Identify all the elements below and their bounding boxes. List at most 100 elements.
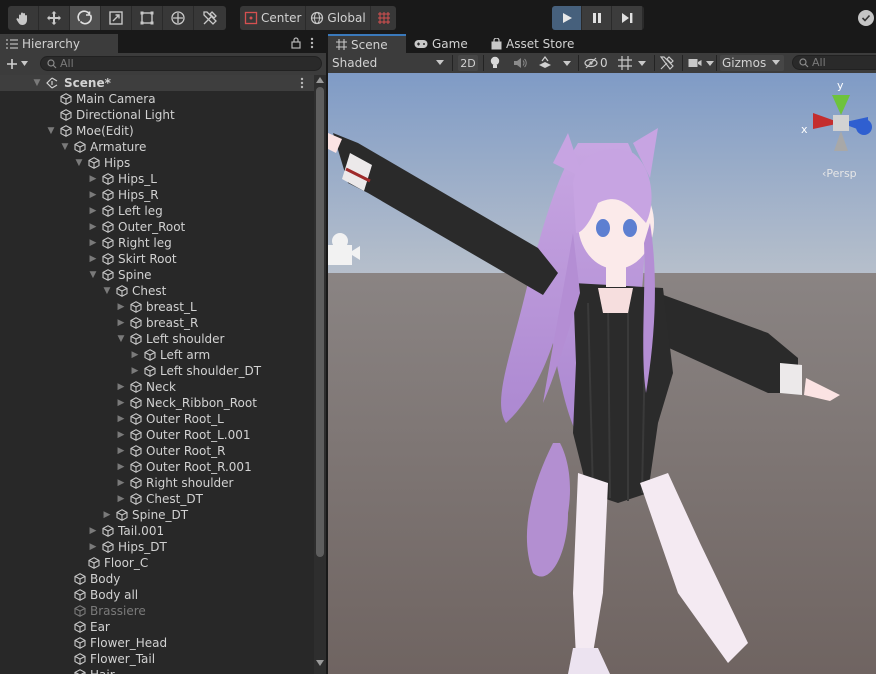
hierarchy-row[interactable]: ▶ Outer Root_R.001 xyxy=(0,459,314,475)
collapse-arrow-icon[interactable]: ▼ xyxy=(46,123,56,139)
hierarchy-row[interactable]: ▶ Outer Root_R xyxy=(0,443,314,459)
scene-row[interactable]: ▼ Scene* xyxy=(0,75,314,91)
more-options-icon[interactable] xyxy=(310,37,314,49)
toggle-2d-button[interactable]: 2D xyxy=(458,55,478,71)
hierarchy-row[interactable]: Ear xyxy=(0,619,314,635)
hierarchy-row[interactable]: ▶ Chest_DT xyxy=(0,491,314,507)
camera-settings-dropdown[interactable] xyxy=(688,55,718,71)
expand-arrow-icon[interactable]: ▶ xyxy=(88,187,98,203)
hierarchy-row[interactable]: ▼ Hips xyxy=(0,155,314,171)
expand-arrow-icon[interactable]: ▶ xyxy=(116,475,126,491)
rect-tool-icon[interactable] xyxy=(132,6,163,30)
account-status-icon[interactable] xyxy=(858,10,874,26)
hierarchy-row[interactable]: ▶ Neck xyxy=(0,379,314,395)
expand-arrow-icon[interactable]: ▶ xyxy=(102,507,112,523)
scroll-up-icon[interactable] xyxy=(316,77,324,83)
hierarchy-row[interactable]: Flower_Head xyxy=(0,635,314,651)
collapse-arrow-icon[interactable]: ▼ xyxy=(88,267,98,283)
gizmos-dropdown[interactable]: Gizmos xyxy=(720,55,784,71)
hierarchy-row[interactable]: ▼ Spine xyxy=(0,267,314,283)
hand-tool-icon[interactable] xyxy=(8,6,39,30)
hierarchy-row[interactable]: ▶ Outer Root_L xyxy=(0,411,314,427)
scene-viewport[interactable]: y x ‹Persp xyxy=(328,73,876,674)
hierarchy-row[interactable]: ▶ Left arm xyxy=(0,347,314,363)
hierarchy-row[interactable]: ▶ Hips_DT xyxy=(0,539,314,555)
expand-arrow-icon[interactable]: ▶ xyxy=(88,171,98,187)
hierarchy-row[interactable]: ▶ Hips_L xyxy=(0,171,314,187)
custom-tools-icon[interactable] xyxy=(194,6,225,30)
hierarchy-row[interactable]: Main Camera xyxy=(0,91,314,107)
expand-arrow-icon[interactable]: ▶ xyxy=(130,347,140,363)
hierarchy-row[interactable]: Body xyxy=(0,571,314,587)
expand-arrow-icon[interactable]: ▶ xyxy=(88,235,98,251)
scene-visibility-toggle[interactable]: 0 xyxy=(584,55,612,71)
hierarchy-row[interactable]: ▶ Hips_R xyxy=(0,187,314,203)
expand-arrow-icon[interactable]: ▶ xyxy=(88,203,98,219)
collapse-arrow-icon[interactable]: ▼ xyxy=(102,283,112,299)
create-dropdown[interactable] xyxy=(6,56,32,71)
tab-game[interactable]: Game xyxy=(406,34,484,53)
expand-arrow-icon[interactable]: ▶ xyxy=(88,251,98,267)
effects-dropdown[interactable] xyxy=(537,55,571,71)
scene-menu-icon[interactable] xyxy=(300,77,304,89)
expand-arrow-icon[interactable]: ▶ xyxy=(116,395,126,411)
play-button[interactable] xyxy=(552,6,582,30)
expand-arrow-icon[interactable]: ▶ xyxy=(116,459,126,475)
grid-snap-button[interactable] xyxy=(371,6,396,30)
hierarchy-row[interactable]: ▶ Outer Root_L.001 xyxy=(0,427,314,443)
expand-arrow-icon[interactable]: ▶ xyxy=(116,427,126,443)
scene-search-input[interactable]: All xyxy=(792,55,876,70)
lock-icon[interactable] xyxy=(291,37,301,49)
tab-asset-store[interactable]: Asset Store xyxy=(483,34,593,53)
hierarchy-row[interactable]: Floor_C xyxy=(0,555,314,571)
expand-arrow-icon[interactable]: ▶ xyxy=(116,379,126,395)
expand-arrow-icon[interactable]: ▶ xyxy=(116,299,126,315)
expand-arrow-icon[interactable]: ▶ xyxy=(116,315,126,331)
expand-arrow-icon[interactable]: ▶ xyxy=(88,539,98,555)
hierarchy-row[interactable]: ▶ Outer_Root xyxy=(0,219,314,235)
hierarchy-row[interactable]: Brassiere xyxy=(0,603,314,619)
expand-arrow-icon[interactable]: ▶ xyxy=(116,411,126,427)
hierarchy-row[interactable]: ▶ Neck_Ribbon_Root xyxy=(0,395,314,411)
scale-tool-icon[interactable] xyxy=(101,6,132,30)
expand-arrow-icon[interactable]: ▶ xyxy=(116,491,126,507)
expand-arrow-icon[interactable]: ▼ xyxy=(32,75,42,91)
expand-arrow-icon[interactable]: ▶ xyxy=(88,219,98,235)
hierarchy-row[interactable]: ▶ Right shoulder xyxy=(0,475,314,491)
hierarchy-row[interactable]: ▼ Chest xyxy=(0,283,314,299)
hierarchy-row[interactable]: ▶ Left shoulder_DT xyxy=(0,363,314,379)
hierarchy-row[interactable]: ▶ Right leg xyxy=(0,235,314,251)
hierarchy-row[interactable]: ▶ breast_L xyxy=(0,299,314,315)
audio-toggle[interactable] xyxy=(513,55,531,71)
pivot-rotation-button[interactable]: Global xyxy=(306,6,371,30)
collapse-arrow-icon[interactable]: ▼ xyxy=(74,155,84,171)
pause-button[interactable] xyxy=(582,6,612,30)
hierarchy-row[interactable]: ▼ Armature xyxy=(0,139,314,155)
collapse-arrow-icon[interactable]: ▼ xyxy=(116,331,126,347)
expand-arrow-icon[interactable]: ▶ xyxy=(116,443,126,459)
hierarchy-row[interactable]: ▶ Tail.001 xyxy=(0,523,314,539)
hierarchy-row[interactable]: ▶ Skirt Root xyxy=(0,251,314,267)
hierarchy-scroll-thumb[interactable] xyxy=(316,87,324,557)
expand-arrow-icon[interactable]: ▶ xyxy=(88,523,98,539)
hierarchy-row[interactable]: ▼ Left shoulder xyxy=(0,331,314,347)
draw-mode-dropdown[interactable]: Shaded xyxy=(332,55,448,71)
hierarchy-row[interactable]: ▶ Spine_DT xyxy=(0,507,314,523)
projection-label[interactable]: ‹Persp xyxy=(822,167,857,180)
scene-tools-toggle[interactable] xyxy=(660,55,678,71)
rotate-tool-icon[interactable] xyxy=(70,6,101,30)
hierarchy-row[interactable]: Body all xyxy=(0,587,314,603)
transform-tool-icon[interactable] xyxy=(163,6,194,30)
move-tool-icon[interactable] xyxy=(39,6,70,30)
lighting-toggle[interactable] xyxy=(489,55,507,71)
hierarchy-row[interactable]: ▼ Moe(Edit) xyxy=(0,123,314,139)
expand-arrow-icon[interactable]: ▶ xyxy=(130,363,140,379)
hierarchy-row[interactable]: ▶ Left leg xyxy=(0,203,314,219)
hierarchy-row[interactable]: Flower_Tail xyxy=(0,651,314,667)
hierarchy-row[interactable]: ▶ breast_R xyxy=(0,315,314,331)
hierarchy-row[interactable]: Directional Light xyxy=(0,107,314,123)
hierarchy-search-input[interactable]: All xyxy=(40,56,322,71)
step-button[interactable] xyxy=(612,6,642,30)
collapse-arrow-icon[interactable]: ▼ xyxy=(60,139,70,155)
scroll-down-icon[interactable] xyxy=(316,660,324,666)
